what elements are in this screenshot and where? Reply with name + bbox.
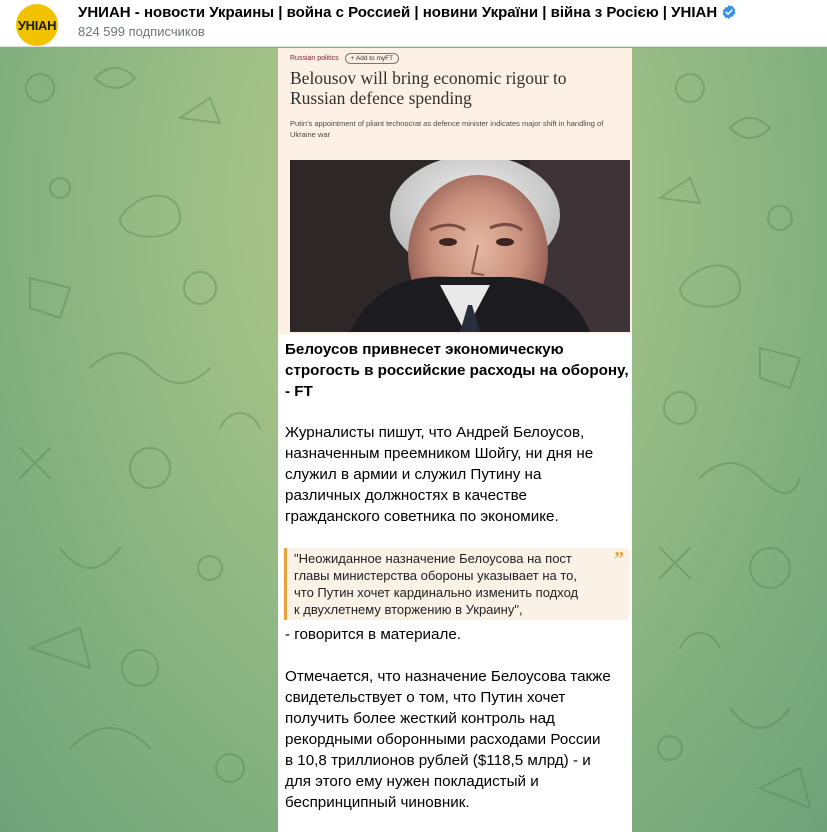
article-screenshot[interactable]: Russian politics + Add to myFT Belousov … — [278, 48, 632, 334]
article-headline: Belousov will bring economic rigour to R… — [290, 68, 567, 108]
channel-title-text: УНИАН - новости Украины | война с Россие… — [78, 4, 718, 21]
after-quote-text: - говорится в материале. — [285, 626, 462, 643]
verified-icon — [722, 5, 736, 19]
post-paragraph-2: Отмечается, что назначение Белоусова так… — [285, 666, 630, 813]
paragraph-line: получить более жесткий контроль над — [285, 710, 555, 727]
article-photo — [290, 160, 630, 332]
quote-line: главы министерства обороны указывает на … — [294, 568, 577, 583]
quote-line: "Неожиданное назначение Белоусова на пос… — [294, 551, 572, 566]
post-title: Белоусов привнесет экономическую строгос… — [285, 339, 630, 402]
paragraph-line: рекордными оборонными расходами России — [285, 731, 601, 748]
portrait-illustration — [290, 160, 630, 332]
subscriber-count: 824 599 подписчиков — [78, 24, 205, 39]
post-title-line: строгость в российские расходы на оборон… — [285, 362, 629, 379]
quote-line: что Путин хочет кардинально изменить под… — [294, 585, 579, 600]
article-section: Russian politics — [290, 55, 339, 62]
paragraph-line: для этого ему нужен покладистый и — [285, 773, 539, 790]
paragraph-line: свидетельствует о том, что Путин хочет — [285, 689, 566, 706]
post-paragraph-1: Журналисты пишут, что Андрей Белоусов, н… — [285, 422, 630, 527]
paragraph-line: гражданского советника по экономике. — [285, 508, 559, 525]
paragraph-line: беспринципный чиновник. — [285, 794, 470, 811]
channel-avatar[interactable]: УНІАН — [16, 4, 58, 46]
paragraph-line: в 10,8 триллионов рублей ($118,5 млрд) -… — [285, 752, 591, 769]
channel-title[interactable]: УНИАН - новости Украины | война с Россие… — [78, 4, 737, 21]
paragraph-line: назначенным преемником Шойгу, ни дня не — [285, 445, 594, 462]
article-tag-row: Russian politics + Add to myFT — [290, 53, 400, 64]
quote-icon: ” — [614, 548, 624, 570]
article-standfirst: Putin's appointment of pliant technocrat… — [290, 119, 604, 139]
add-to-myft-label: + Add to myFT — [344, 53, 400, 64]
quote-text: "Неожиданное назначение Белоусова на пос… — [294, 550, 614, 618]
blockquote: "Неожиданное назначение Белоусова на пос… — [284, 548, 630, 620]
paragraph-line: Отмечается, что назначение Белоусова так… — [285, 668, 611, 685]
paragraph-line: различных должностях в качестве — [285, 487, 527, 504]
avatar-logo-text: УНІАН — [17, 17, 57, 33]
paragraph-line: служил в армии и служил Путину на — [285, 466, 542, 483]
post-title-line: Белоусов привнесет экономическую — [285, 341, 564, 358]
quote-line: к двухлетнему вторжению в Украину", — [294, 602, 523, 617]
post-title-line: - FT — [285, 383, 313, 400]
paragraph-line: Журналисты пишут, что Андрей Белоусов, — [285, 424, 585, 441]
channel-header[interactable]: УНІАН УНИАН - новости Украины | война с … — [0, 0, 827, 47]
channel-post[interactable]: Russian politics + Add to myFT Belousov … — [278, 48, 632, 832]
